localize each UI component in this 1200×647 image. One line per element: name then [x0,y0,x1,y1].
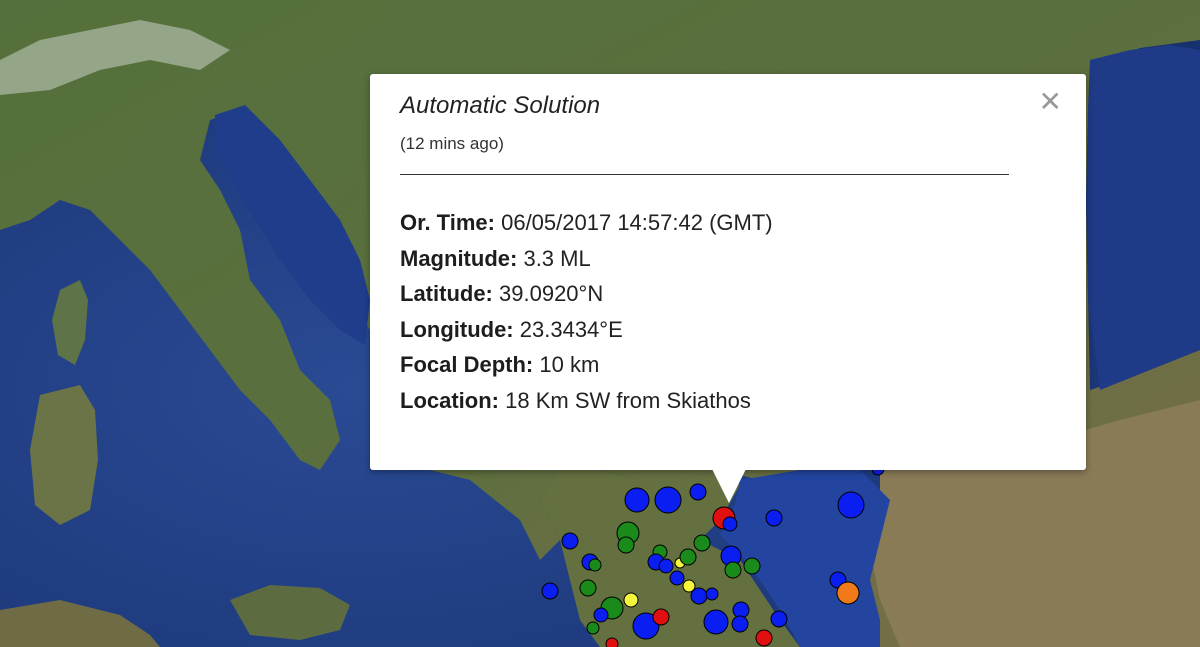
field-value: 18 Km SW from Skiathos [505,387,751,413]
divider [400,174,1009,175]
earthquake-marker[interactable] [836,581,860,605]
earthquake-marker[interactable] [743,557,761,575]
earthquake-marker[interactable] [837,491,865,519]
earthquake-marker[interactable] [722,516,738,532]
field-label: Or. Time: [400,210,495,235]
earthquake-marker[interactable] [679,548,697,566]
earthquake-marker[interactable] [765,509,783,527]
earthquake-marker[interactable] [658,558,674,574]
field-value: 10 km [539,352,600,377]
earthquake-marker[interactable] [588,558,602,572]
field-label: Latitude: [400,281,493,306]
black-sea [1086,45,1200,390]
field-label: Longitude: [400,316,514,342]
earthquake-marker[interactable] [669,570,685,586]
longitude-row: Longitude: 23.3434°E [400,312,773,348]
origin-time-row: Or. Time: 06/05/2017 14:57:42 (GMT) [400,205,773,241]
field-label: Magnitude: [400,245,518,271]
close-icon[interactable]: ✕ [1039,88,1062,116]
earthquake-marker[interactable] [579,579,597,597]
field-value: 39.0920°N [499,281,604,306]
earthquake-marker[interactable] [605,637,619,647]
earthquake-marker[interactable] [654,486,682,514]
earthquake-marker[interactable] [593,607,609,623]
field-value: 23.3434°E [519,316,623,342]
earthquake-marker[interactable] [624,487,650,513]
earthquake-marker[interactable] [705,587,719,601]
field-value: 06/05/2017 14:57:42 (GMT) [501,210,773,235]
sardinia-island [30,385,98,525]
focal-depth-row: Focal Depth: 10 km [400,347,773,383]
earthquake-marker[interactable] [703,609,729,635]
earthquake-marker[interactable] [623,592,639,608]
field-label: Location: [400,387,499,413]
earthquake-marker[interactable] [690,587,708,605]
magnitude-row: Magnitude: 3.3 ML [400,241,773,277]
latitude-row: Latitude: 39.0920°N [400,276,773,312]
popup-subtitle: (12 mins ago) [400,134,504,153]
field-value: 3.3 ML [523,245,591,271]
earthquake-marker[interactable] [541,582,559,600]
earthquake-marker[interactable] [689,483,707,501]
earthquake-marker[interactable] [755,629,773,647]
event-details: Or. Time: 06/05/2017 14:57:42 (GMT) Magn… [400,205,773,418]
earthquake-marker[interactable] [652,608,670,626]
earthquake-marker[interactable] [617,536,635,554]
popup-title: Automatic Solution [400,92,601,119]
earthquake-marker[interactable] [561,532,579,550]
info-popup: Automatic Solution (12 mins ago) ✕ Or. T… [370,74,1086,470]
location-row: Location: 18 Km SW from Skiathos [400,383,773,419]
earthquake-marker[interactable] [586,621,600,635]
earthquake-marker[interactable] [770,610,788,628]
earthquake-marker[interactable] [693,534,711,552]
earthquake-marker[interactable] [731,615,749,633]
popup-pointer [712,469,746,503]
field-label: Focal Depth: [400,352,534,377]
earthquake-marker[interactable] [724,561,742,579]
